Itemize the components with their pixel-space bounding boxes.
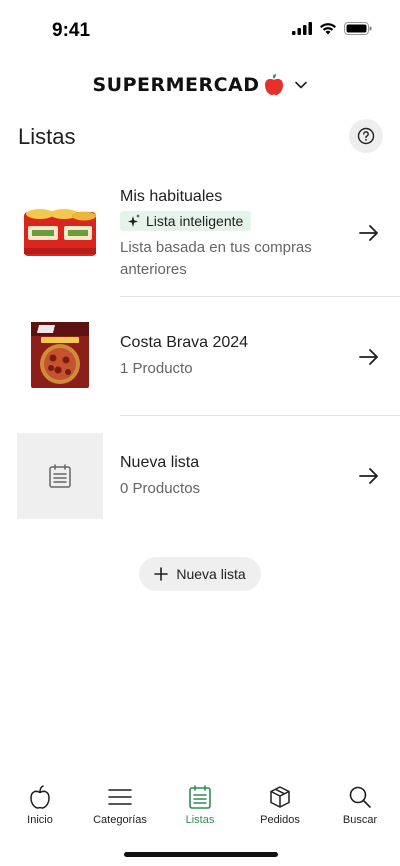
box-icon (267, 784, 293, 810)
page-title: Listas (18, 124, 76, 149)
chevron-down-icon[interactable] (294, 80, 308, 90)
divider (120, 296, 400, 297)
arrow-right-icon[interactable] (358, 346, 380, 368)
apple-logo-icon (264, 74, 284, 96)
smart-list-badge: Lista inteligente (120, 211, 252, 231)
menu-icon (107, 784, 133, 810)
nav-label: Inicio (27, 814, 53, 826)
nav-item-categorias[interactable]: Categorías (80, 780, 160, 840)
help-button[interactable] (349, 119, 383, 153)
status-icons (292, 22, 372, 35)
list-title: Costa Brava 2024 (120, 334, 249, 351)
help-icon (357, 127, 375, 145)
list-icon (187, 784, 213, 810)
nav-item-pedidos[interactable]: Pedidos (240, 780, 320, 840)
home-indicator[interactable] (124, 852, 278, 857)
apple-icon (27, 784, 53, 810)
divider (120, 415, 400, 416)
status-time: 9:41 (52, 20, 91, 41)
nav-label: Buscar (342, 814, 378, 826)
list-item-nueva-lista[interactable]: Nueva lista 0 Productos (0, 432, 400, 520)
list-item-mis-habituales[interactable]: Mis habituales Lista inteligente Lista b… (0, 180, 400, 290)
list-subtitle: 1 Producto (120, 360, 193, 377)
new-list-button[interactable]: Nueva lista (139, 557, 261, 591)
bottom-nav: Inicio Categorías Listas Pedidos Buscar (0, 780, 400, 840)
sparkle-icon (128, 214, 140, 227)
arrow-right-icon[interactable] (358, 222, 380, 244)
store-selector[interactable]: SUPERMERCAD (0, 70, 400, 100)
list-title: Mis habituales (120, 188, 223, 205)
nav-item-listas[interactable]: Listas (160, 780, 240, 840)
arrow-right-icon[interactable] (358, 465, 380, 487)
battery-icon (344, 22, 372, 35)
list-placeholder-thumb (17, 433, 103, 519)
nav-label: Categorías (93, 814, 147, 826)
list-item-costa-brava[interactable]: Costa Brava 2024 1 Producto (0, 310, 400, 402)
list-placeholder-icon (49, 464, 71, 488)
list-subtitle: 0 Productos (120, 480, 201, 497)
brand-wordmark: SUPERMERCAD (92, 74, 260, 96)
canned-food-pack-image (17, 190, 103, 276)
list-title: Nueva lista (120, 454, 200, 471)
list-subtitle: Lista basada en tus compras anteriores (120, 239, 312, 278)
badge-label: Lista inteligente (146, 213, 244, 229)
signal-icon (292, 22, 312, 35)
pizza-box-image (17, 312, 103, 398)
plus-icon (154, 567, 169, 581)
nav-item-buscar[interactable]: Buscar (320, 780, 400, 840)
nav-item-inicio[interactable]: Inicio (0, 780, 80, 840)
wifi-icon (320, 23, 336, 35)
nav-label: Pedidos (260, 814, 300, 826)
status-bar: 9:41 (0, 0, 400, 60)
new-list-label: Nueva lista (176, 566, 246, 582)
search-icon (347, 784, 373, 810)
nav-label: Listas (185, 814, 215, 826)
